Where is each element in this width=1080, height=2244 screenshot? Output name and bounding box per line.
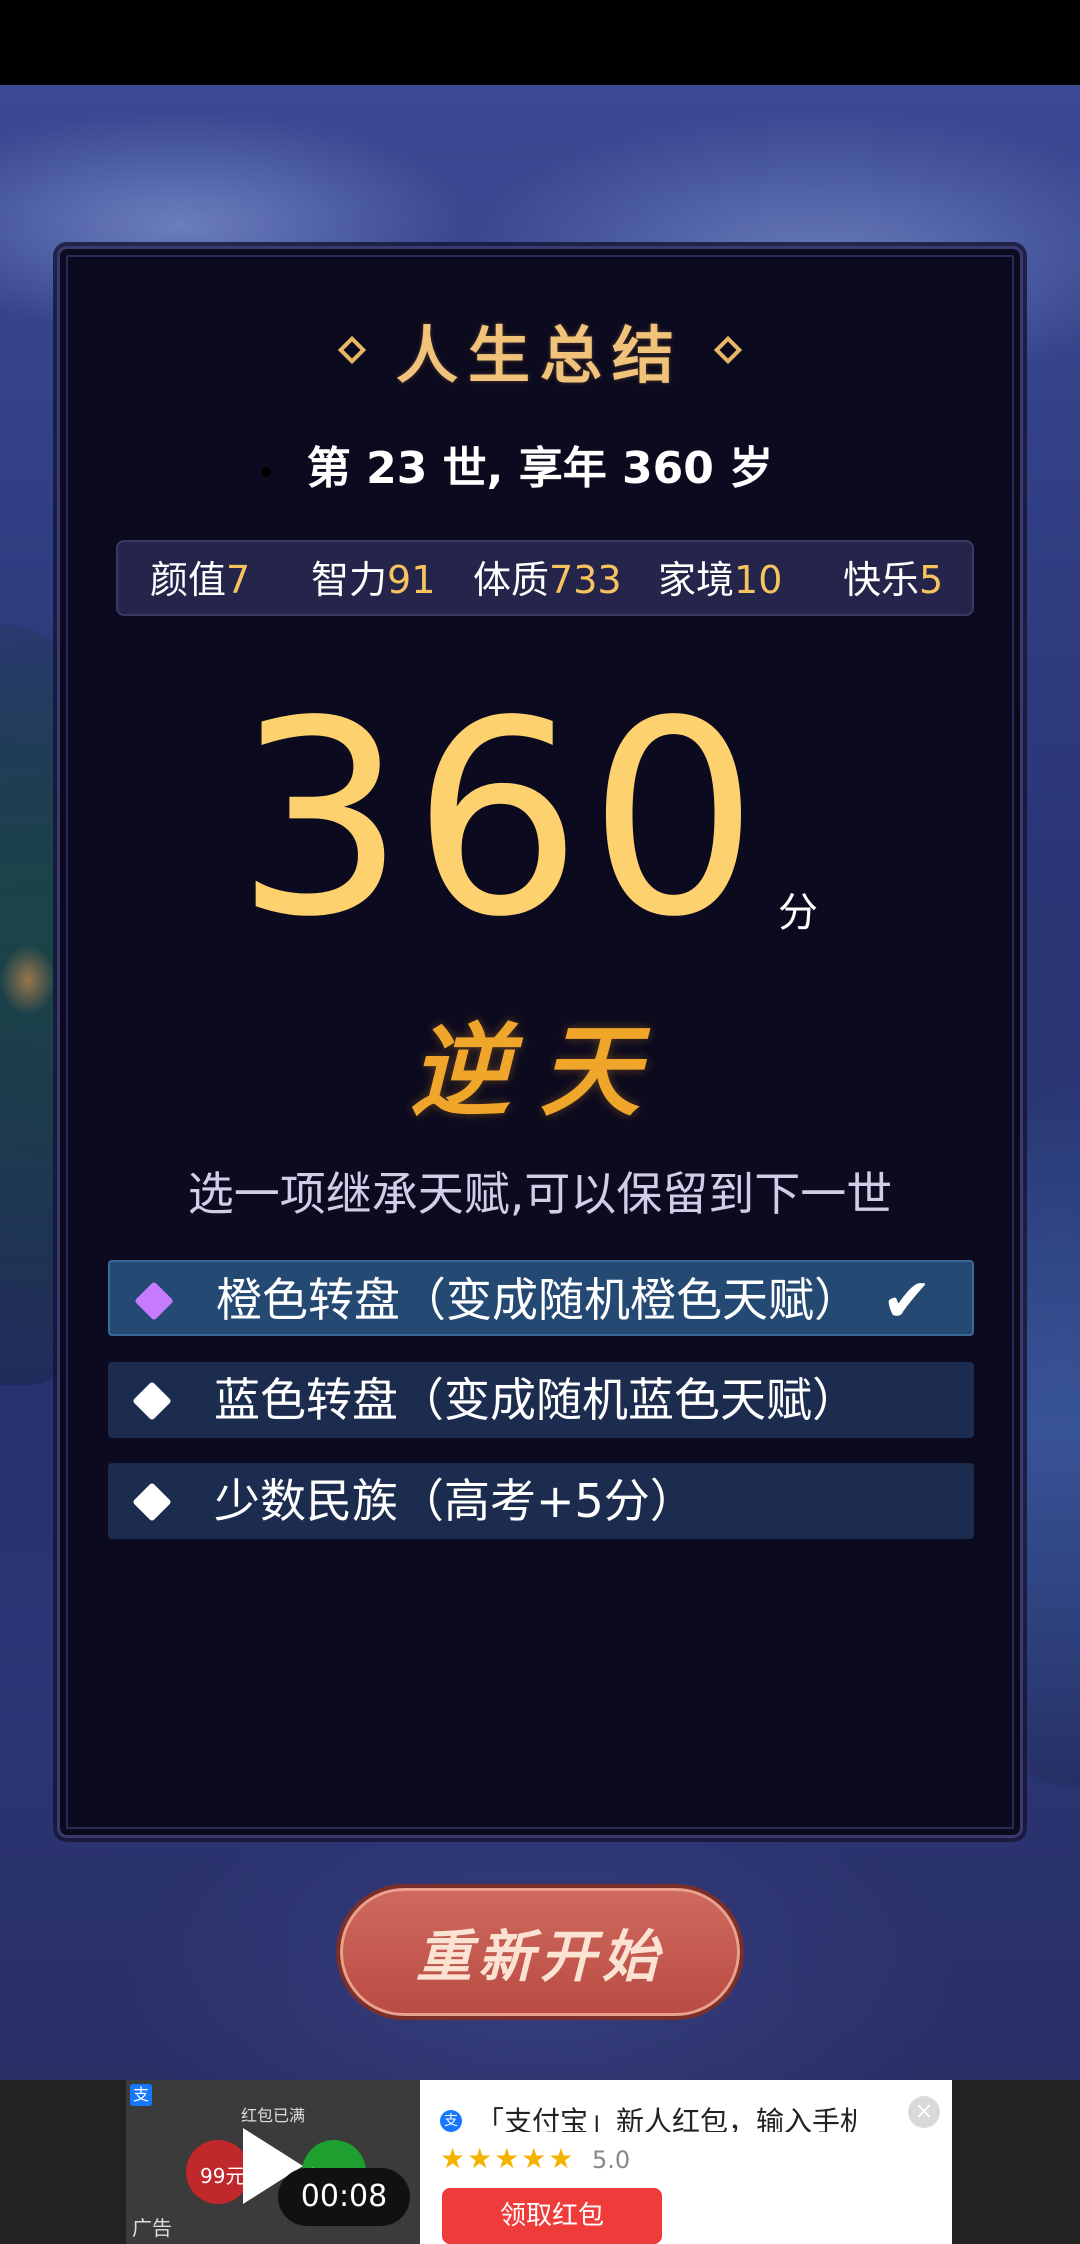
ad-label: 广告 (132, 2216, 172, 2240)
stats-bar: 颜值7 智力91 体质733 家境10 快乐5 (116, 540, 974, 616)
score-value: 360 (235, 664, 765, 976)
checkmark-icon: ✔ (881, 1266, 932, 1336)
ad-video-caption: 红包已满 (241, 2106, 306, 2125)
ad-timer: 00:08 (278, 2168, 410, 2226)
red-coin-icon: 99元 (186, 2140, 250, 2204)
ad-banner[interactable]: 支 红包已满 99元 领取 00:08 广告 支 「支付宝」新人红包，输入手机 … (0, 2080, 1080, 2244)
option-label: 橙色转盘（变成随机橙色天赋） (216, 1273, 860, 1327)
diamond-bullet-icon (132, 1482, 172, 1522)
option-label: 蓝色转盘（变成随机蓝色天赋） (214, 1373, 858, 1427)
ad-video[interactable]: 支 红包已满 99元 领取 00:08 广告 (126, 2080, 420, 2244)
ad-rating: 5.0 (592, 2146, 631, 2174)
status-bar (0, 0, 1080, 85)
stat-appearance: 颜值7 (150, 558, 251, 602)
ad-card[interactable]: 支 「支付宝」新人红包，输入手机 ★★★★★ 5.0 × 领取红包 (420, 2080, 952, 2244)
close-icon[interactable]: × (908, 2096, 940, 2128)
lifespan-text: 第 23 世, 享年 360 岁 (306, 443, 774, 494)
title-row: 人生总结 (0, 310, 1080, 392)
inherit-option-orange-wheel[interactable]: 橙色转盘（变成随机橙色天赋） ✔ (108, 1260, 974, 1336)
stat-constitution: 体质733 (473, 558, 622, 602)
diamond-bullet-icon (134, 1281, 174, 1321)
inherit-option-blue-wheel[interactable]: 蓝色转盘（变成随机蓝色天赋） (108, 1362, 974, 1438)
grade-title: 逆天 (410, 1012, 670, 1130)
alipay-logo-icon: 支 (130, 2084, 152, 2106)
stat-intelligence: 智力91 (311, 558, 436, 602)
score-unit: 分 (778, 890, 818, 936)
inherit-prompt: 选一项继承天赋,可以保留到下一世 (187, 1167, 893, 1221)
claim-red-packet-button[interactable]: 领取红包 (442, 2188, 662, 2244)
diamond-ornament-icon (713, 335, 743, 365)
diamond-bullet-icon (132, 1381, 172, 1421)
inherit-option-minority[interactable]: 少数民族（高考+5分） (108, 1463, 974, 1539)
stat-happiness: 快乐5 (843, 558, 944, 602)
option-label: 少数民族（高考+5分） (214, 1474, 696, 1528)
alipay-logo-icon: 支 (440, 2110, 462, 2132)
stat-family: 家境10 (658, 558, 783, 602)
page-title: 人生总结 (395, 319, 684, 392)
restart-button[interactable]: 重新开始 (336, 1884, 744, 2020)
restart-label: 重新开始 (416, 1923, 664, 1990)
diamond-ornament-icon (337, 335, 367, 365)
ad-headline: 「支付宝」新人红包，输入手机 (476, 2105, 856, 2132)
rating-stars-icon: ★★★★★ (440, 2142, 576, 2175)
